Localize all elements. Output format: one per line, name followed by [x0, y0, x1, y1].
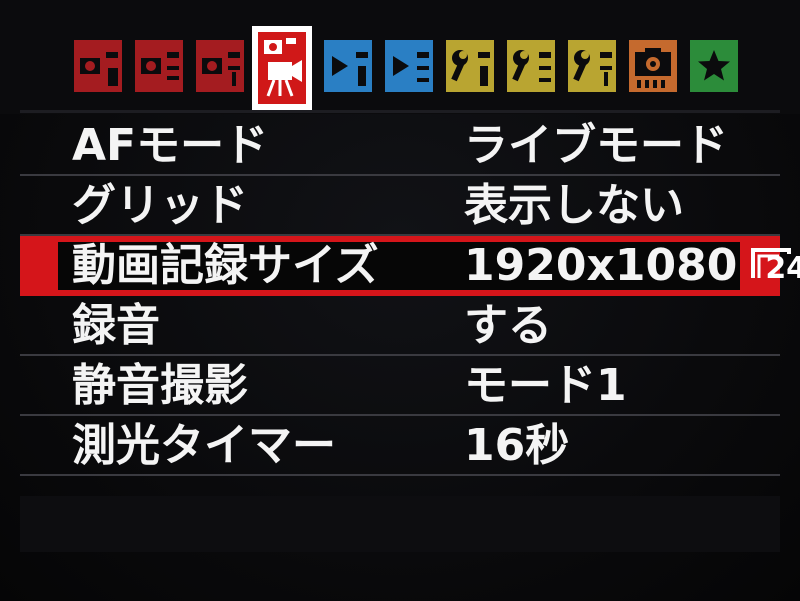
setup-wrench-icon [507, 40, 555, 92]
menu-item-af-mode[interactable]: AFモード ライブモード [20, 116, 780, 176]
tab-custom-function[interactable] [627, 38, 679, 94]
menu-item-metering-timer[interactable]: 測光タイマー 16秒 [20, 416, 780, 476]
setup-wrench-icon [568, 40, 616, 92]
menu-item-silent-shooting[interactable]: 静音撮影 モード1 [20, 356, 780, 416]
menu-item-movie-rec-size[interactable]: 動画記録サイズ 1920x1080 24 [20, 236, 800, 296]
tab-playback-1[interactable] [322, 38, 374, 94]
setup-wrench-icon [446, 40, 494, 92]
menu-item-grid[interactable]: グリッド 表示しない [20, 176, 780, 236]
menu-item-value: する [464, 300, 552, 351]
menu-item-sound-recording[interactable]: 録音 する [20, 296, 780, 356]
tab-shooting-2[interactable] [133, 38, 185, 94]
tab-live-view-movie[interactable] [252, 26, 312, 110]
camera-lcd-screen: AFモード ライブモード グリッド 表示しない 動画記録サイズ 1920x108… [0, 0, 800, 601]
menu-item-label: 動画記録サイズ [72, 240, 379, 291]
playback-icon [324, 40, 372, 92]
camera-shooting-icon [74, 40, 122, 92]
tab-setup-3[interactable] [566, 38, 618, 94]
tab-bar-divider [20, 110, 780, 113]
my-menu-star-icon [690, 40, 738, 92]
menu-item-label: 静音撮影 [72, 360, 248, 411]
tab-shooting-1[interactable] [72, 38, 124, 94]
custom-function-icon [629, 40, 677, 92]
camera-shooting-icon [135, 40, 183, 92]
menu-item-label: 録音 [72, 300, 160, 351]
menu-item-value: ライブモード [464, 120, 728, 171]
menu-item-value: 1920x1080 24 [464, 240, 800, 291]
live-view-movie-icon [258, 32, 306, 104]
tab-playback-2[interactable] [383, 38, 435, 94]
tab-my-menu[interactable] [688, 38, 740, 94]
menu-item-value: 16秒 [464, 420, 570, 471]
playback-icon [385, 40, 433, 92]
menu-tab-bar [0, 0, 800, 114]
menu-empty-area [20, 496, 780, 552]
tab-shooting-3[interactable] [194, 38, 246, 94]
tab-setup-1[interactable] [444, 38, 496, 94]
menu-item-value: モード1 [464, 360, 627, 411]
settings-menu: AFモード ライブモード グリッド 表示しない 動画記録サイズ 1920x108… [20, 116, 800, 476]
menu-item-value: 表示しない [464, 180, 684, 231]
menu-item-label: グリッド [72, 180, 248, 231]
menu-item-label: 測光タイマー [72, 420, 336, 471]
movie-resolution-text: 1920x1080 [464, 240, 738, 291]
frame-rate-icon: 24 [749, 244, 800, 286]
tab-setup-2[interactable] [505, 38, 557, 94]
camera-shooting-icon [196, 40, 244, 92]
frame-rate-value: 24 [765, 251, 800, 286]
menu-item-label: AFモード [72, 120, 269, 171]
